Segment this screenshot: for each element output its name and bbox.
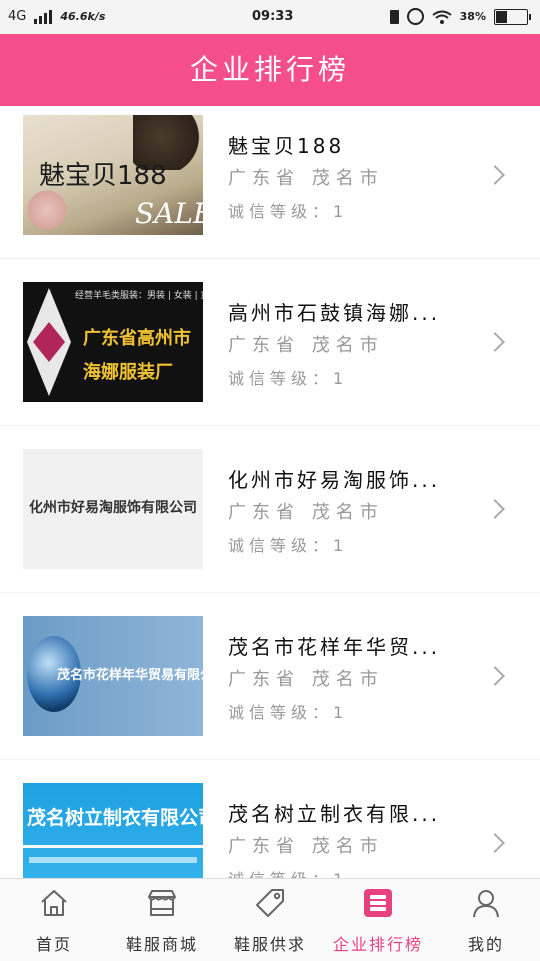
- thumbnail-text: 广东省高州市: [83, 328, 191, 349]
- company-thumbnail: 魅宝贝188 SALE: [23, 115, 203, 235]
- battery-percent: 38%: [459, 10, 486, 23]
- company-location: 广东省 茂名市: [228, 669, 384, 690]
- chevron-right-icon: [485, 499, 505, 519]
- company-location: 广东省 茂名市: [228, 335, 384, 356]
- company-location: 广东省 茂名市: [228, 502, 384, 523]
- tab-home[interactable]: 首页: [0, 879, 108, 961]
- company-name: 高州市石鼓镇海娜...: [228, 301, 441, 325]
- tab-supply-demand[interactable]: 鞋服供求: [216, 879, 324, 961]
- chevron-right-icon: [485, 165, 505, 185]
- list-item[interactable]: 经营羊毛类服装：男装 | 女装 | 童装 广东省高州市 海娜服装厂 高州市石鼓镇…: [0, 259, 540, 425]
- network-speed: 46.6k/s: [60, 10, 106, 23]
- company-list[interactable]: 魅宝贝188 SALE 魅宝贝188 广东省 茂名市 诚信等级：1 经营羊毛类服…: [0, 106, 540, 878]
- tab-store[interactable]: 鞋服商城: [108, 879, 216, 961]
- thumbnail-text: 化州市好易淘服饰有限公司: [29, 500, 197, 516]
- company-thumbnail: 茂名树立制衣有限公司: [23, 783, 203, 878]
- company-name: 茂名树立制衣有限...: [228, 802, 441, 826]
- tab-label: 鞋服供求: [233, 935, 306, 954]
- company-name: 茂名市花样年华贸...: [228, 635, 441, 659]
- ranking-icon: [364, 889, 392, 917]
- credit-grade: 诚信等级：1: [228, 536, 349, 555]
- tab-label: 企业排行榜: [332, 935, 423, 954]
- tab-label: 我的: [467, 935, 504, 954]
- company-name: 化州市好易淘服饰...: [228, 468, 441, 492]
- company-location: 广东省 茂名市: [228, 168, 384, 189]
- credit-grade: 诚信等级：1: [228, 866, 348, 878]
- company-thumbnail: 茂名市花样年华贸易有限公司: [23, 616, 203, 736]
- thumbnail-top-text: 经营羊毛类服装：男装 | 女装 | 童装: [75, 291, 203, 301]
- company-location: 广东省 茂名市: [228, 836, 384, 857]
- thumbnail-text: 茂名树立制衣有限公司: [27, 807, 203, 829]
- credit-grade: 诚信等级：1: [228, 703, 349, 722]
- list-item[interactable]: 茂名市花样年华贸易有限公司 茂名市花样年华贸... 广东省 茂名市 诚信等级：1: [0, 593, 540, 759]
- thumbnail-text: 茂名市花样年华贸易有限公司: [57, 668, 203, 683]
- network-type: 4G: [8, 9, 27, 24]
- chevron-right-icon: [485, 332, 505, 352]
- home-icon: [41, 890, 67, 916]
- store-icon: [148, 890, 176, 916]
- battery-icon: [494, 8, 531, 25]
- chevron-right-icon: [485, 666, 505, 686]
- alarm-icon: [406, 8, 424, 25]
- tab-label: 首页: [35, 935, 72, 954]
- tab-label: 鞋服商城: [125, 935, 198, 954]
- page-header: 企业排行榜: [0, 34, 540, 106]
- page-title: 企业排行榜: [189, 53, 350, 86]
- list-item[interactable]: 化州市好易淘服饰有限公司 化州市好易淘服饰... 广东省 茂名市 诚信等级：1: [0, 426, 540, 592]
- user-icon: [473, 890, 499, 918]
- thumbnail-subtext: SALE: [135, 197, 203, 230]
- signal-icon: [34, 9, 53, 24]
- list-item[interactable]: 茂名树立制衣有限公司 茂名树立制衣有限... 广东省 茂名市 诚信等级：1: [0, 760, 540, 878]
- company-name: 魅宝贝188: [228, 134, 345, 158]
- list-item[interactable]: 魅宝贝188 SALE 魅宝贝188 广东省 茂名市 诚信等级：1: [0, 106, 540, 258]
- thumbnail-text: 魅宝贝188: [39, 161, 167, 191]
- tab-ranking[interactable]: 企业排行榜: [324, 879, 432, 961]
- battery-saver-icon: [389, 9, 399, 24]
- tag-icon: [256, 889, 284, 917]
- thumbnail-text-2: 海娜服装厂: [83, 362, 173, 383]
- tab-profile[interactable]: 我的: [432, 879, 540, 961]
- credit-grade: 诚信等级：1: [228, 202, 349, 221]
- clock: 09:33: [252, 9, 294, 24]
- company-thumbnail: 化州市好易淘服饰有限公司: [23, 449, 203, 569]
- wifi-icon: [432, 10, 452, 24]
- chevron-right-icon: [485, 833, 505, 853]
- status-bar: 4G 46.6k/s 09:33 38%: [0, 0, 540, 34]
- company-thumbnail: 经营羊毛类服装：男装 | 女装 | 童装 广东省高州市 海娜服装厂: [23, 282, 203, 402]
- bottom-tab-bar: 首页 鞋服商城 鞋服供求 企业排行榜 我的: [0, 878, 540, 961]
- credit-grade: 诚信等级：1: [228, 369, 349, 388]
